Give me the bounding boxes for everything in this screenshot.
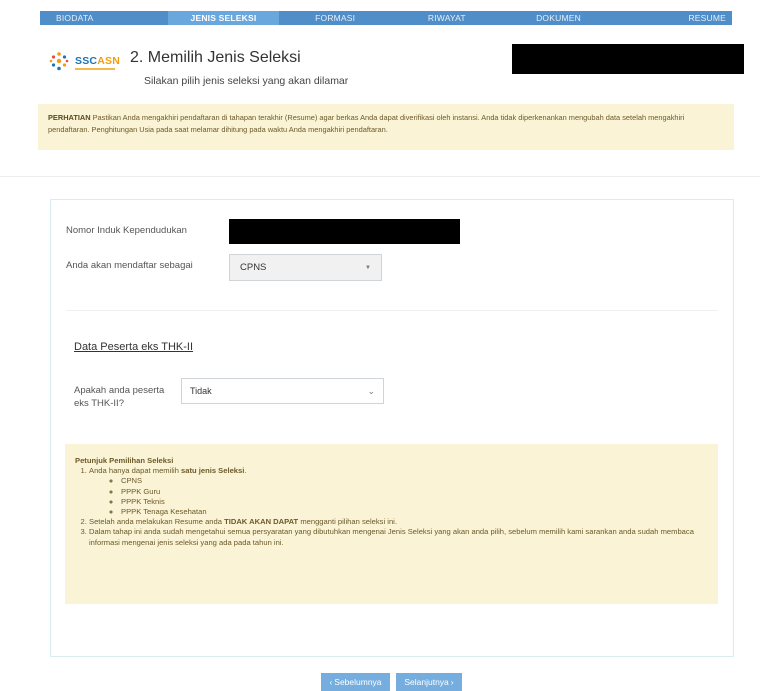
option-pppk-teknis: PPPK Teknis [121,497,708,507]
caret-down-icon: ▼ [365,264,371,271]
section-title-thk: Data Peserta eks THK-II [74,341,194,353]
form-divider [66,310,718,311]
petunjuk-box: Petunjuk Pemilihan Seleksi Anda hanya da… [65,444,718,604]
petunjuk-item1-bold: satu jenis Seleksi [181,466,245,476]
thk-label-line1: Apakah anda peserta [74,385,165,396]
redacted-nik-value [229,219,460,244]
jenis-seleksi-select[interactable]: CPNS ▼ [229,254,382,281]
chevron-down-icon: ⌄ [367,385,375,396]
jenis-seleksi-value: CPNS [240,262,267,273]
chevron-right-icon: › [450,677,454,687]
logo-underline [75,68,115,70]
previous-button[interactable]: ‹ Sebelumnya [321,673,390,691]
petunjuk-list: Anda hanya dapat memilih satu jenis Sele… [75,466,708,548]
step-nav: BIODATA JENIS SELEKSI FORMASI RIWAYAT DO… [40,11,732,25]
tab-riwayat[interactable]: RIWAYAT [391,11,503,25]
page-subtitle: Silakan pilih jenis seleksi yang akan di… [144,75,349,87]
petunjuk-item: Dalam tahap ini anda sudah mengetahui se… [89,527,708,547]
option-cpns: CPNS [121,476,708,486]
petunjuk-title: Petunjuk Pemilihan Seleksi [75,456,174,465]
next-button[interactable]: Selanjutnya › [396,673,462,691]
redacted-user-info [512,44,744,74]
chevron-left-icon: ‹ [329,677,333,687]
petunjuk-item2-text: Setelah anda melakukan Resume anda [89,517,225,527]
tab-dokumen[interactable]: DOKUMEN [503,11,615,25]
warning-label: PERHATIAN [48,113,91,122]
thk-select[interactable]: Tidak ⌄ [181,378,384,404]
tab-jenis-seleksi[interactable]: JENIS SELEKSI [167,11,280,25]
tab-resume[interactable]: RESUME [614,11,732,25]
petunjuk-item2-post: mengganti pilihan seleksi ini. [298,517,397,527]
previous-label: Sebelumnya [334,677,382,687]
thk-label-line2: eks THK-II? [74,398,124,409]
option-pppk-nakes: PPPK Tenaga Kesehatan [121,507,708,517]
petunjuk-item1-post: . [244,466,247,476]
petunjuk-item1-text: Anda hanya dapat memilih [89,466,182,476]
warning-text: Pastikan Anda mengakhiri pendaftaran di … [48,113,685,134]
tab-biodata[interactable]: BIODATA [40,11,168,25]
petunjuk-item: Anda hanya dapat memilih satu jenis Sele… [89,466,708,517]
tab-formasi[interactable]: FORMASI [279,11,391,25]
logo-text: SSCASN [75,55,120,67]
section-divider [0,176,760,177]
nik-label: Nomor Induk Kependudukan [66,225,187,236]
daftar-label: Anda akan mendaftar sebagai [66,260,193,271]
seleksi-options-list: CPNS PPPK Guru PPPK Teknis PPPK Tenaga K… [89,476,708,517]
thk-value: Tidak [190,386,212,396]
next-label: Selanjutnya [404,677,449,687]
page-title: 2. Memilih Jenis Seleksi [130,49,301,66]
thk-label: Apakah anda peserta eks THK-II? [74,384,164,410]
petunjuk-item2-bold: TIDAK AKAN DAPAT [224,517,299,527]
petunjuk-item: Setelah anda melakukan Resume anda TIDAK… [89,517,708,527]
warning-notice: PERHATIAN Pastikan Anda mengakhiri penda… [38,104,734,150]
option-pppk-guru: PPPK Guru [121,487,708,497]
